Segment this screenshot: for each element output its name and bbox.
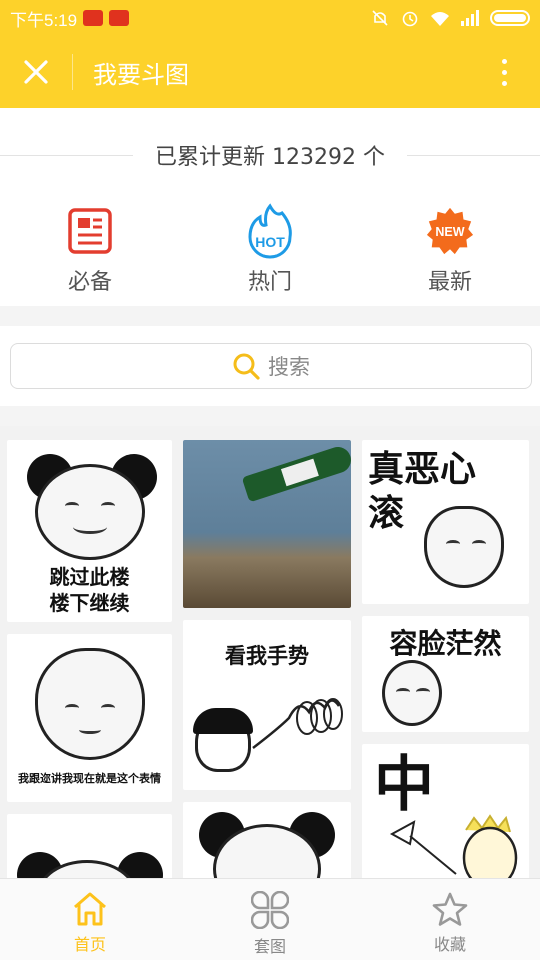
title-divider [72,54,73,90]
star-icon [432,892,468,926]
face-eye [65,704,79,712]
battery-icon [490,10,530,26]
face-eye [446,540,460,548]
close-button[interactable] [0,36,72,108]
face-mouth [73,520,107,534]
app-bar: 我要斗图 [0,36,540,108]
arrow-cartoon [389,814,518,878]
meme-tile[interactable] [183,440,351,608]
hot-flame-icon: HOT [245,203,295,259]
wifi-icon [431,12,449,26]
category-new[interactable]: NEW 最新 [360,206,540,296]
meme-caption: 我跟迩讲我现在就是这个表情 [18,772,161,785]
tab-label: 首页 [73,935,106,954]
tab-label: 收藏 [433,935,466,954]
tab-favorites[interactable]: 收藏 [360,879,540,960]
notification-app-icon [83,10,104,26]
update-count-text: 已累计更新 123292 个 [155,145,385,170]
page-title: 我要斗图 [93,60,189,89]
meme-tile[interactable]: 看我手势 [183,620,351,790]
swirl-gesture [252,698,343,749]
category-row: 必备 HOT 热门 NEW 最新 [0,203,540,296]
document-icon [65,206,115,256]
alarm-icon [402,11,418,27]
cartoon-face [424,506,504,588]
svg-text:HOT: HOT [255,234,285,250]
meme-tile[interactable]: 我跟迩讲我现在就是这个表情 [7,634,172,802]
face-eye [101,502,115,510]
update-count-row: 已累计更新 123292 个 [0,140,540,170]
meme-grid: 跳过此楼 楼下继续 我跟迩讲我现在就是这个表情 看我手势 真恶心 滚 容脸茫然 [0,426,540,878]
face-eye [101,704,115,712]
grid-icon [251,891,289,929]
face-eye [472,540,486,548]
new-badge-icon: NEW [425,206,475,256]
cartoon-face [382,660,442,726]
meme-tile[interactable]: 中 [362,744,529,878]
search-placeholder: 搜索 [268,355,310,379]
more-menu-button[interactable] [468,36,540,108]
category-essential[interactable]: 必备 [0,206,180,296]
more-dot-icon [501,58,507,64]
meme-tile[interactable] [183,802,351,878]
svg-text:NEW: NEW [435,225,464,239]
face-eye [396,688,410,696]
category-label: 热门 [247,270,292,295]
tab-home[interactable]: 首页 [0,879,180,960]
cat-face [35,648,145,760]
status-time: 下午5:19 [10,10,78,30]
face-eye [416,688,430,696]
divider-line [0,154,134,156]
cartoon-hair [193,708,253,734]
category-label: 最新 [427,270,472,295]
meme-caption: 跳过此楼 楼下继续 [49,565,130,615]
more-dot-icon [501,80,507,86]
meme-tile[interactable]: 真恶心 滚 [362,440,529,604]
category-hot[interactable]: HOT 热门 [180,203,360,296]
bottom-tab-bar: 首页 套图 收藏 [0,878,540,960]
face-mouth [79,726,101,734]
status-bar: 下午5:19 [0,0,540,36]
tab-album[interactable]: 套图 [180,879,360,960]
face-eye [65,502,79,510]
meme-caption: 看我手势 [225,644,309,668]
mute-icon [372,10,388,26]
notification-app-icon [109,10,130,26]
category-banner: 已累计更新 123292 个 必备 HOT 热门 NEW 最新 [0,108,540,306]
search-input[interactable]: 搜索 [10,343,532,389]
tab-label: 套图 [253,937,286,956]
divider-line [407,154,540,156]
meme-tile[interactable]: 容脸茫然 [362,616,529,732]
close-icon [24,60,48,84]
search-icon [233,353,260,380]
search-section: 搜索 [0,326,540,406]
home-icon [74,892,106,926]
meme-tile[interactable] [7,814,172,878]
meme-caption: 中 [374,750,434,820]
meme-caption: 容脸茫然 [389,627,502,660]
category-label: 必备 [67,270,112,295]
more-dot-icon [501,69,507,75]
meme-tile[interactable]: 跳过此楼 楼下继续 [7,440,172,622]
panda-face [35,464,145,560]
signal-icon [461,10,479,26]
